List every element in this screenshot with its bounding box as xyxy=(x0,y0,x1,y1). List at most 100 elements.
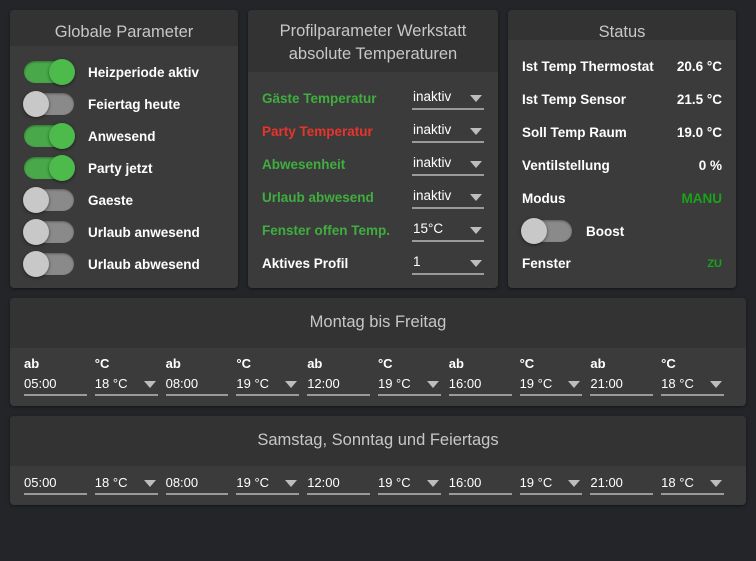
chevron-down-icon xyxy=(709,480,722,487)
weekend-temp-cell-3: 19 °C xyxy=(377,472,449,495)
toggle-urlaub-anwesend[interactable] xyxy=(23,219,74,245)
weekend-temp-select-2[interactable]: 19 °C xyxy=(236,473,300,495)
field-value: 16:00 xyxy=(448,475,482,490)
status-label: Ist Temp Thermostat xyxy=(522,59,654,74)
weekday-time-cell-3: ab 12:00 xyxy=(307,354,378,396)
panel-profilparameter: Profilparameter Werkstatt absolute Tempe… xyxy=(248,10,498,288)
profile-row-party-temperatur: Party Temperatur inaktiv xyxy=(262,115,484,148)
field-value: 21:00 xyxy=(590,376,623,391)
field-value: 16:00 xyxy=(448,376,482,391)
weekday-time-input-4[interactable]: 16:00 xyxy=(448,374,512,396)
status-row-fenster: Fenster ZU xyxy=(522,247,722,280)
field-value: 21:00 xyxy=(590,475,623,490)
panel-weekend-schedule: Samstag, Sonntag und Feiertags 05:00 18 … xyxy=(10,416,746,505)
field-value: 05:00 xyxy=(24,376,57,391)
toggle-knob-icon xyxy=(49,123,75,149)
globale-parameter-body: Heizperiode aktiv Feiertag heute Anwesen… xyxy=(10,46,238,288)
switch-row-urlaub-anwesend[interactable]: Urlaub anwesend xyxy=(23,216,224,248)
toggle-party-jetzt[interactable] xyxy=(24,155,75,181)
chevron-down-icon xyxy=(568,381,581,388)
select-fenster-offen-temp[interactable]: 15°C xyxy=(412,219,484,242)
weekend-temp-select-1[interactable]: 18 °C xyxy=(94,473,158,495)
select-aktives-profil[interactable]: 1 xyxy=(412,252,484,275)
field-value: 08:00 xyxy=(165,475,199,490)
panel-weekday-schedule: Montag bis Freitag ab 05:00 °C 18 °C ab … xyxy=(10,298,746,406)
weekday-schedule-body: ab 05:00 °C 18 °C ab 08:00 °C 19 °C ab 1… xyxy=(10,348,746,406)
profile-label: Urlaub abwesend xyxy=(262,190,374,205)
weekend-time-cell-3: 12:00 xyxy=(307,472,378,495)
weekday-time-input-3[interactable]: 12:00 xyxy=(307,374,370,396)
status-label: Soll Temp Raum xyxy=(522,125,627,140)
weekday-time-input-5[interactable]: 21:00 xyxy=(590,374,654,396)
toggle-knob-icon xyxy=(23,187,49,213)
switch-label: Anwesend xyxy=(88,128,156,144)
weekend-temp-select-5[interactable]: 18 °C xyxy=(661,473,724,495)
weekday-temp-select-4[interactable]: 19 °C xyxy=(519,374,583,396)
select-party-temperatur[interactable]: inaktiv xyxy=(412,120,484,143)
switch-label: Party jetzt xyxy=(88,160,153,176)
switch-row-party-jetzt[interactable]: Party jetzt xyxy=(24,152,224,184)
toggle-anwesend[interactable] xyxy=(24,123,75,149)
select-urlaub-abwesend[interactable]: inaktiv xyxy=(412,186,484,209)
status-row-ventilstellung: Ventilstellung 0 % xyxy=(522,149,722,182)
status-label: Fenster xyxy=(522,256,571,271)
select-gaeste-temperatur[interactable]: inaktiv xyxy=(412,87,484,110)
profile-row-fenster-offen-temp: Fenster offen Temp. 15°C xyxy=(262,214,484,247)
switch-row-feiertag-heute[interactable]: Feiertag heute xyxy=(23,88,224,120)
switch-row-urlaub-abwesend[interactable]: Urlaub abwesend xyxy=(23,248,224,280)
chevron-down-icon xyxy=(470,161,482,168)
field-value: 19 °C xyxy=(236,475,270,490)
weekend-time-input-5[interactable]: 21:00 xyxy=(590,473,654,495)
field-value: 18 °C xyxy=(94,475,128,490)
profile-label: Gäste Temperatur xyxy=(262,91,377,106)
toggle-heizperiode-aktiv[interactable] xyxy=(24,59,75,85)
toggle-feiertag-heute[interactable] xyxy=(23,91,74,117)
panel-status: Status Ist Temp Thermostat 20.6 °C Ist T… xyxy=(508,10,736,288)
toggle-knob-icon xyxy=(49,155,75,181)
weekday-time-input-1[interactable]: 05:00 xyxy=(24,374,87,396)
weekday-temp-select-3[interactable]: 19 °C xyxy=(377,374,441,396)
status-badge-fenster: ZU xyxy=(707,257,722,270)
toggle-gaeste[interactable] xyxy=(23,187,74,213)
weekday-time-cell-2: ab 08:00 xyxy=(165,354,237,396)
status-body: Ist Temp Thermostat 20.6 °C Ist Temp Sen… xyxy=(508,40,736,288)
profile-row-gaeste-temperatur: Gäste Temperatur inaktiv xyxy=(262,82,484,115)
select-abwesenheit[interactable]: inaktiv xyxy=(412,153,484,176)
toggle-boost[interactable] xyxy=(521,218,572,244)
weekend-temp-select-3[interactable]: 19 °C xyxy=(377,473,441,495)
weekday-temp-cell-3: °C 19 °C xyxy=(377,354,449,396)
weekend-time-input-3[interactable]: 12:00 xyxy=(307,473,370,495)
status-row-ist-temp-thermostat: Ist Temp Thermostat 20.6 °C xyxy=(522,50,722,83)
switch-label: Feiertag heute xyxy=(88,96,181,112)
column-header-temp: °C xyxy=(94,356,110,371)
status-value: 21.5 °C xyxy=(676,92,722,107)
switch-label: Boost xyxy=(586,223,625,239)
panel-title-weekend-schedule: Samstag, Sonntag und Feiertags xyxy=(10,416,746,466)
weekend-time-cell-1: 05:00 xyxy=(24,472,95,495)
weekday-temp-cell-4: °C 19 °C xyxy=(519,354,591,396)
switch-label: Heizperiode aktiv xyxy=(88,64,200,80)
status-label: Ventilstellung xyxy=(522,158,610,173)
weekend-time-input-2[interactable]: 08:00 xyxy=(165,473,229,495)
status-badge-modus: MANU xyxy=(681,191,723,206)
weekday-time-input-2[interactable]: 08:00 xyxy=(165,374,229,396)
switch-row-anwesend[interactable]: Anwesend xyxy=(24,120,224,152)
column-header-temp: °C xyxy=(661,356,676,371)
switch-row-gaeste[interactable]: Gaeste xyxy=(23,184,224,216)
chevron-down-icon xyxy=(426,480,439,487)
toggle-knob-icon xyxy=(23,91,49,117)
weekend-time-cell-5: 21:00 xyxy=(590,472,661,495)
weekday-temp-select-2[interactable]: 19 °C xyxy=(236,374,300,396)
field-value: 12:00 xyxy=(307,475,340,490)
panel-globale-parameter: Globale Parameter Heizperiode aktiv Feie… xyxy=(10,10,238,288)
weekend-time-input-4[interactable]: 16:00 xyxy=(448,473,512,495)
weekday-temp-select-5[interactable]: 18 °C xyxy=(661,374,724,396)
weekday-temp-select-1[interactable]: 18 °C xyxy=(94,374,158,396)
weekend-temp-select-4[interactable]: 19 °C xyxy=(519,473,583,495)
weekend-time-input-1[interactable]: 05:00 xyxy=(24,473,87,495)
switch-row-heizperiode-aktiv[interactable]: Heizperiode aktiv xyxy=(24,56,224,88)
weekday-temp-cell-1: °C 18 °C xyxy=(94,354,166,396)
switch-row-boost[interactable]: Boost xyxy=(521,215,722,247)
toggle-urlaub-abwesend[interactable] xyxy=(23,251,74,277)
column-header-time: ab xyxy=(448,356,464,371)
